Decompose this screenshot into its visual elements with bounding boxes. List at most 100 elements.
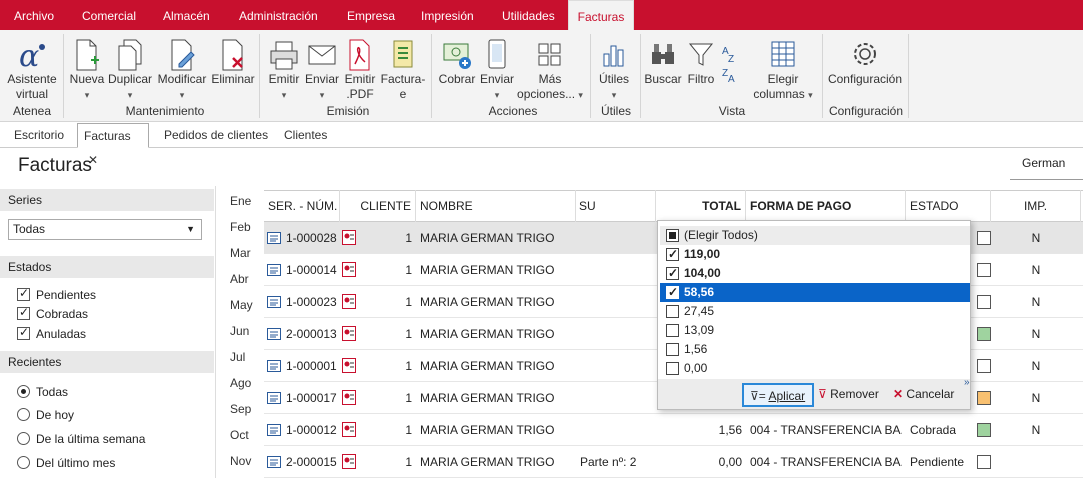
enviar-label: Enviar (304, 72, 339, 86)
radio-ultima-semana[interactable] (17, 432, 30, 445)
sort-az-icon[interactable]: AZZA (718, 40, 742, 86)
cell-num: 1-000023 (286, 295, 337, 309)
filter-option[interactable]: 1,56 (660, 340, 970, 359)
emitir-button[interactable]: Emitir ▾ (264, 38, 304, 103)
nueva-button[interactable]: Nueva ▾ (68, 38, 106, 103)
table-row[interactable]: 1-000012 1 MARIA GERMAN TRIGO 1,56 004 -… (264, 414, 1083, 446)
enviar-button[interactable]: Enviar ▾ (304, 38, 340, 103)
apply-button[interactable]: ⊽= Aplicar (742, 383, 814, 407)
mobile-icon (488, 39, 506, 69)
month-mar[interactable]: Mar (230, 246, 251, 260)
utiles-button[interactable]: Útiles ▾ (594, 38, 634, 103)
cancel-x-icon: ✕ (893, 387, 904, 401)
col-header-nombre[interactable]: NOMBRE (416, 190, 576, 222)
tab-escritorio[interactable]: Escritorio (14, 123, 64, 148)
month-oct[interactable]: Oct (230, 428, 249, 442)
new-document-icon (76, 39, 99, 71)
month-ago[interactable]: Ago (230, 376, 251, 390)
filter-option[interactable]: 0,00 (660, 359, 970, 378)
asistente-virtual-button[interactable]: α Asistente virtual (4, 38, 60, 102)
cell-cliente: 1 (405, 391, 412, 405)
mail-icon (308, 45, 336, 65)
enviar-accion-button[interactable]: Enviar ▾ (479, 38, 515, 103)
cobrar-icon (443, 43, 471, 69)
month-sep[interactable]: Sep (230, 402, 251, 416)
cell-cliente: 1 (405, 359, 412, 373)
checkbox-cobradas[interactable] (17, 305, 30, 320)
col-header-imp[interactable]: IMP. (991, 190, 1081, 222)
menu-administracion[interactable]: Administración (239, 0, 318, 30)
menu-comercial[interactable]: Comercial (82, 0, 136, 30)
factura-e-label-2: e (399, 87, 407, 101)
gear-icon (854, 43, 876, 65)
radio-de-hoy[interactable] (17, 408, 30, 421)
checkbox-anuladas[interactable] (17, 325, 30, 340)
checkbox-pendientes[interactable] (17, 286, 30, 301)
filter-option-select-all[interactable]: (Elegir Todos) (660, 226, 970, 245)
filter-option[interactable]: 13,09 (660, 321, 970, 340)
col-header-estado[interactable]: ESTADO (906, 190, 991, 222)
cell-forma-pago: 004 - TRANSFERENCIA BA... (750, 455, 902, 469)
emitir-pdf-button[interactable]: Emitir .PDF (341, 38, 379, 102)
menu-utilidades[interactable]: Utilidades (502, 0, 555, 30)
month-nov[interactable]: Nov (230, 454, 251, 468)
cancel-button[interactable]: ✕ Cancelar (893, 383, 959, 407)
col-header-total[interactable]: TOTAL (656, 190, 746, 222)
menu-empresa[interactable]: Empresa (347, 0, 395, 30)
menu-facturas[interactable]: Facturas (568, 0, 634, 30)
col-header-su-referencia[interactable]: SU REFERE... (576, 190, 656, 245)
cell-cliente: 1 (405, 455, 412, 469)
cobrar-button[interactable]: Cobrar (436, 38, 478, 87)
nueva-label: Nueva (69, 72, 105, 86)
cell-nombre: MARIA GERMAN TRIGO (420, 263, 555, 277)
page-title: Facturas (18, 155, 92, 176)
group-emision: Emisión (326, 104, 370, 118)
col-header-cliente[interactable]: CLIENTE (340, 190, 416, 222)
tab-facturas[interactable]: Facturas ✕ (77, 123, 149, 167)
cell-nombre: MARIA GERMAN TRIGO (420, 391, 555, 405)
filter-option[interactable]: 104,00 (660, 264, 970, 283)
cell-num: 1-000017 (286, 391, 337, 405)
filter-option[interactable]: 58,56 (660, 283, 970, 302)
menu-impresion[interactable]: Impresión (421, 0, 474, 30)
series-select[interactable]: Todas ▼ (8, 219, 202, 240)
radio-ultimo-mes[interactable] (17, 456, 30, 469)
remove-button[interactable]: ⊽ Remover (818, 383, 886, 407)
month-jun[interactable]: Jun (230, 324, 249, 338)
recientes-header: Recientes (0, 351, 214, 373)
configuracion-button[interactable]: Configuración (826, 38, 904, 87)
factura-e-button[interactable]: Factura- e (380, 38, 426, 102)
cell-nombre: MARIA GERMAN TRIGO (420, 231, 555, 245)
month-abr[interactable]: Abr (230, 272, 249, 286)
radio-todas[interactable] (17, 385, 30, 398)
month-jul[interactable]: Jul (230, 350, 245, 364)
col-header-forma-pago[interactable]: FORMA DE PAGO (746, 190, 906, 222)
tab-clientes[interactable]: Clientes (284, 123, 327, 148)
month-ene[interactable]: Ene (230, 194, 251, 208)
invoice-icon (267, 296, 281, 308)
expand-chevron-icon[interactable]: » (964, 377, 970, 388)
binoculars-icon (652, 44, 674, 64)
elegir-columnas-button[interactable]: Elegir columnas ▾ (748, 38, 818, 103)
mas-opciones-button[interactable]: Más opciones... ▾ (516, 38, 584, 103)
svg-text:α: α (19, 39, 39, 72)
emitir-pdf-label-2: .PDF (346, 87, 374, 101)
filter-option[interactable]: 27,45 (660, 302, 970, 321)
eliminar-button[interactable]: Eliminar (210, 38, 256, 87)
cell-imp: N (1031, 295, 1041, 309)
cell-total: 1,56 (718, 423, 742, 437)
tab-pedidos-clientes[interactable]: Pedidos de clientes (164, 123, 268, 148)
filter-option[interactable]: 119,00 (660, 245, 970, 264)
col-header-num[interactable]: SER. - NÚM. (264, 190, 340, 222)
month-feb[interactable]: Feb (230, 220, 251, 234)
filtro-button[interactable]: Filtro (684, 38, 718, 87)
modificar-button[interactable]: Modificar ▾ (155, 38, 209, 103)
duplicar-button[interactable]: Duplicar ▾ (107, 38, 153, 103)
buscar-button[interactable]: Buscar (644, 38, 682, 87)
emitir-pdf-label-1: Emitir (344, 72, 376, 86)
month-may[interactable]: May (230, 298, 253, 312)
menu-almacen[interactable]: Almacén (163, 0, 210, 30)
printer-icon (270, 41, 298, 70)
menu-archivo[interactable]: Archivo (14, 0, 54, 30)
table-row[interactable]: 2-000015 1 MARIA GERMAN TRIGO Parte nº: … (264, 446, 1083, 478)
